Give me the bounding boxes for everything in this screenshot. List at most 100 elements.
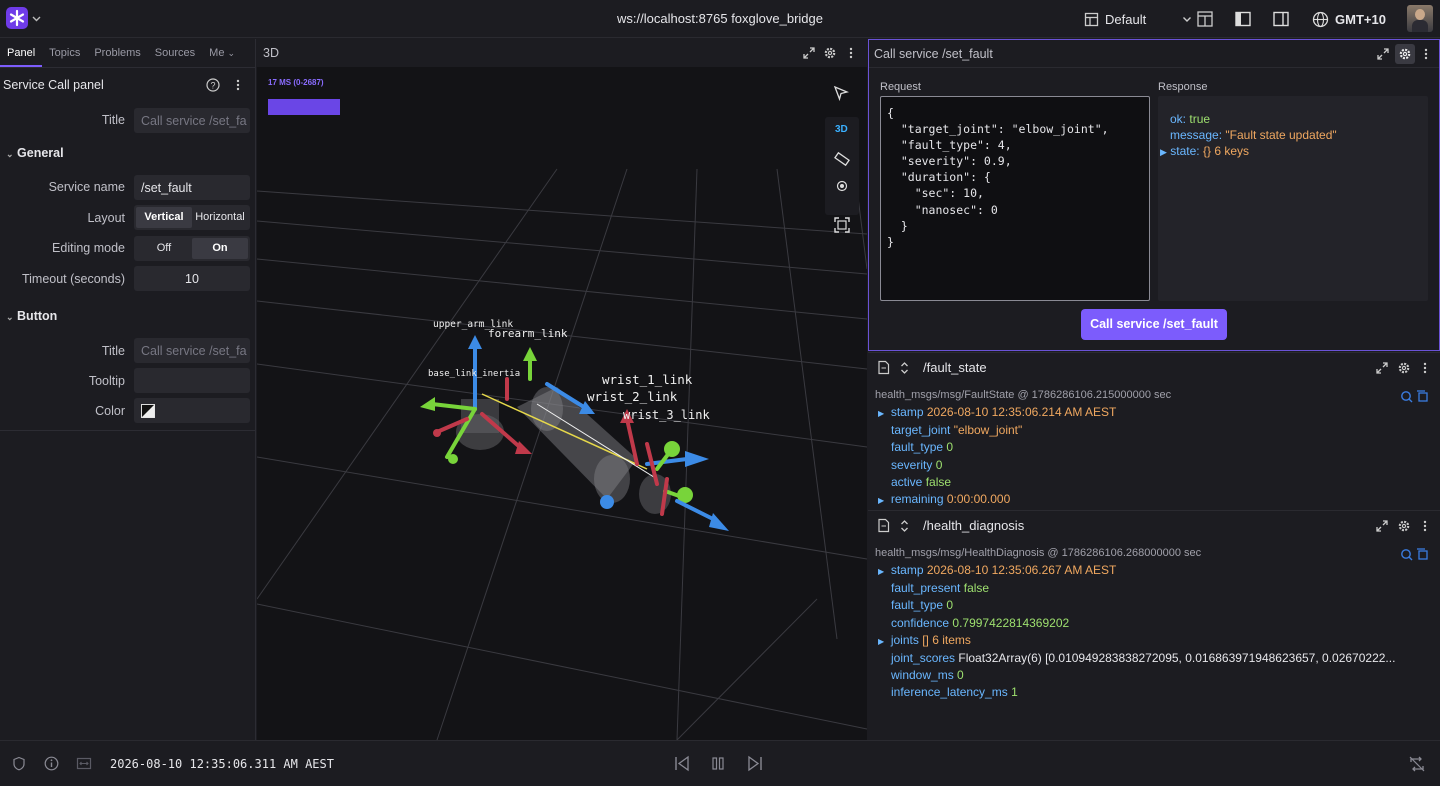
- response-ok-key: ok:: [1170, 112, 1187, 126]
- loop-range-icon[interactable]: [76, 756, 92, 771]
- inference-latency-key: inference_latency_ms: [891, 685, 1008, 700]
- button-title-input[interactable]: Call service /set_fa: [134, 338, 250, 363]
- more-vertical-icon[interactable]: [847, 46, 855, 60]
- tree-row[interactable]: ▶ remaining 0:00:00.000: [878, 491, 1440, 509]
- tree-row: severity 0: [878, 457, 1440, 474]
- response-message-value: "Fault state updated": [1225, 128, 1337, 142]
- request-editor[interactable]: { "target_joint": "elbow_joint", "fault_…: [880, 96, 1150, 301]
- fault-state-topic[interactable]: /fault_state: [923, 360, 987, 375]
- tab-more[interactable]: Me ⌄: [202, 39, 242, 67]
- 3d-scene[interactable]: upper_arm_link forearm_link base_link_in…: [257, 39, 867, 740]
- robot-arm-model: [456, 387, 671, 514]
- call-service-button[interactable]: Call service /set_fault: [1081, 309, 1227, 340]
- button-section-label: Button: [17, 309, 58, 323]
- timeout-input[interactable]: 10: [134, 266, 250, 291]
- fullscreen-icon[interactable]: [1375, 361, 1389, 375]
- pause-icon[interactable]: [711, 756, 725, 771]
- fit-view-icon[interactable]: [833, 216, 851, 234]
- 3d-panel[interactable]: upper_arm_link forearm_link base_link_in…: [257, 39, 867, 740]
- seek-backward-icon[interactable]: [673, 755, 691, 772]
- confidence-value: 0.7997422814369202: [952, 615, 1070, 630]
- service-panel-title: Call service /set_fault: [874, 47, 993, 61]
- expand-collapse-icon[interactable]: [900, 519, 909, 533]
- editing-mode-off-option[interactable]: Off: [136, 238, 192, 259]
- response-viewer: ok: true message: "Fault state updated" …: [1158, 96, 1428, 301]
- tab-sources[interactable]: Sources: [148, 39, 202, 67]
- search-icon[interactable]: [1400, 390, 1430, 404]
- right-sidebar-toggle-icon[interactable]: [1272, 10, 1290, 28]
- joint-scores-key: joint_scores: [891, 651, 956, 666]
- tree-row: window_ms 0: [878, 667, 1436, 684]
- health-diagnosis-datatype: health_msgs/msg/HealthDiagnosis @ 178628…: [875, 547, 1202, 559]
- layout-vertical-option[interactable]: Vertical: [136, 207, 192, 228]
- cursor-icon[interactable]: [833, 85, 849, 101]
- document-icon[interactable]: [877, 360, 890, 375]
- sidebar-tabs: Panel Topics Problems Sources Me ⌄: [0, 39, 256, 67]
- more-vertical-icon[interactable]: [234, 78, 242, 92]
- joint-scores-value: Float32Array(6) [0.010949283838272095, 0…: [958, 651, 1396, 666]
- 3d-panel-header: 3D: [257, 39, 867, 67]
- response-message-key: message:: [1170, 128, 1223, 142]
- health-diagnosis-tree: ▶ stamp 2026-08-10 12:35:06.267 AM AEST …: [868, 562, 1436, 702]
- stamp-value: 2026-08-10 12:35:06.267 AM AEST: [926, 563, 1117, 577]
- gear-icon[interactable]: [1397, 361, 1411, 375]
- layout-horizontal-option[interactable]: Horizontal: [192, 207, 248, 228]
- playback-timestamp[interactable]: 2026-08-10 12:35:06.311 AM AEST: [110, 757, 334, 771]
- view-mode-toggle[interactable]: 3D: [835, 124, 848, 135]
- fullscreen-icon[interactable]: [1375, 519, 1389, 533]
- tab-panel[interactable]: Panel: [0, 39, 43, 67]
- loop-icon[interactable]: [1408, 755, 1426, 773]
- layout-selector[interactable]: Default: [1084, 9, 1192, 29]
- tree-row[interactable]: ▶ stamp 2026-08-10 12:35:06.267 AM AEST: [878, 562, 1436, 580]
- tree-row[interactable]: ▶ joints [] 6 items: [878, 632, 1436, 650]
- more-vertical-icon[interactable]: [1421, 361, 1429, 375]
- tab-topics[interactable]: Topics: [42, 39, 87, 67]
- joints-value: [] 6 items: [922, 632, 971, 647]
- layout-label: Layout: [87, 211, 125, 225]
- avatar[interactable]: [1407, 5, 1433, 32]
- response-ok-value: true: [1189, 112, 1211, 126]
- more-vertical-icon[interactable]: [1421, 519, 1429, 533]
- service-panel-header: Call service /set_fault: [869, 40, 1439, 68]
- service-name-input[interactable]: /set_fault: [134, 175, 250, 200]
- editing-mode-label: Editing mode: [52, 241, 125, 255]
- 3d-panel-title: 3D: [263, 46, 279, 60]
- general-section-header[interactable]: ⌄ General: [6, 146, 64, 160]
- timezone-selector[interactable]: GMT+10: [1312, 9, 1386, 29]
- editing-mode-toggle: Off On: [134, 236, 250, 261]
- search-icon[interactable]: [1400, 548, 1430, 562]
- title-input[interactable]: Call service /set_fa: [134, 108, 250, 133]
- fullscreen-icon[interactable]: [1376, 47, 1390, 61]
- shield-icon[interactable]: [12, 756, 26, 771]
- perf-label: 17 MS (0-2687): [268, 78, 324, 87]
- help-icon[interactable]: ?: [206, 78, 220, 92]
- left-sidebar-toggle-icon[interactable]: [1234, 10, 1252, 28]
- ruler-icon[interactable]: [834, 151, 850, 167]
- color-input[interactable]: [134, 398, 250, 423]
- more-vertical-icon[interactable]: [1422, 47, 1430, 61]
- label-forearm: forearm_link: [488, 327, 568, 340]
- gear-icon[interactable]: [1397, 519, 1411, 533]
- settings-button[interactable]: [1395, 44, 1415, 64]
- tree-row: fault_present false: [878, 580, 1436, 597]
- response-state-row[interactable]: ▶ state: {} 6 keys: [1160, 143, 1428, 160]
- response-message-row: message: "Fault state updated": [1170, 127, 1428, 143]
- tree-row[interactable]: ▶ stamp 2026-08-10 12:35:06.214 AM AEST: [878, 404, 1440, 422]
- publish-point-icon[interactable]: [836, 180, 848, 192]
- tab-problems[interactable]: Problems: [87, 39, 147, 67]
- fullscreen-icon[interactable]: [802, 46, 816, 60]
- health-diagnosis-topic[interactable]: /health_diagnosis: [923, 518, 1024, 533]
- add-panel-icon[interactable]: [1196, 10, 1214, 28]
- expand-collapse-icon[interactable]: [900, 361, 909, 375]
- fault-type-key: fault_type: [891, 440, 944, 455]
- editing-mode-on-option[interactable]: On: [192, 238, 248, 259]
- document-icon[interactable]: [877, 518, 890, 533]
- tooltip-input[interactable]: [134, 368, 250, 393]
- tree-row: confidence 0.7997422814369202: [878, 615, 1436, 632]
- tree-row: target_joint "elbow_joint": [878, 422, 1440, 439]
- info-icon[interactable]: [44, 756, 59, 771]
- gear-icon[interactable]: [823, 46, 837, 60]
- color-swatch-icon[interactable]: [141, 404, 155, 418]
- seek-forward-icon[interactable]: [746, 755, 764, 772]
- button-section-header[interactable]: ⌄ Button: [6, 309, 57, 323]
